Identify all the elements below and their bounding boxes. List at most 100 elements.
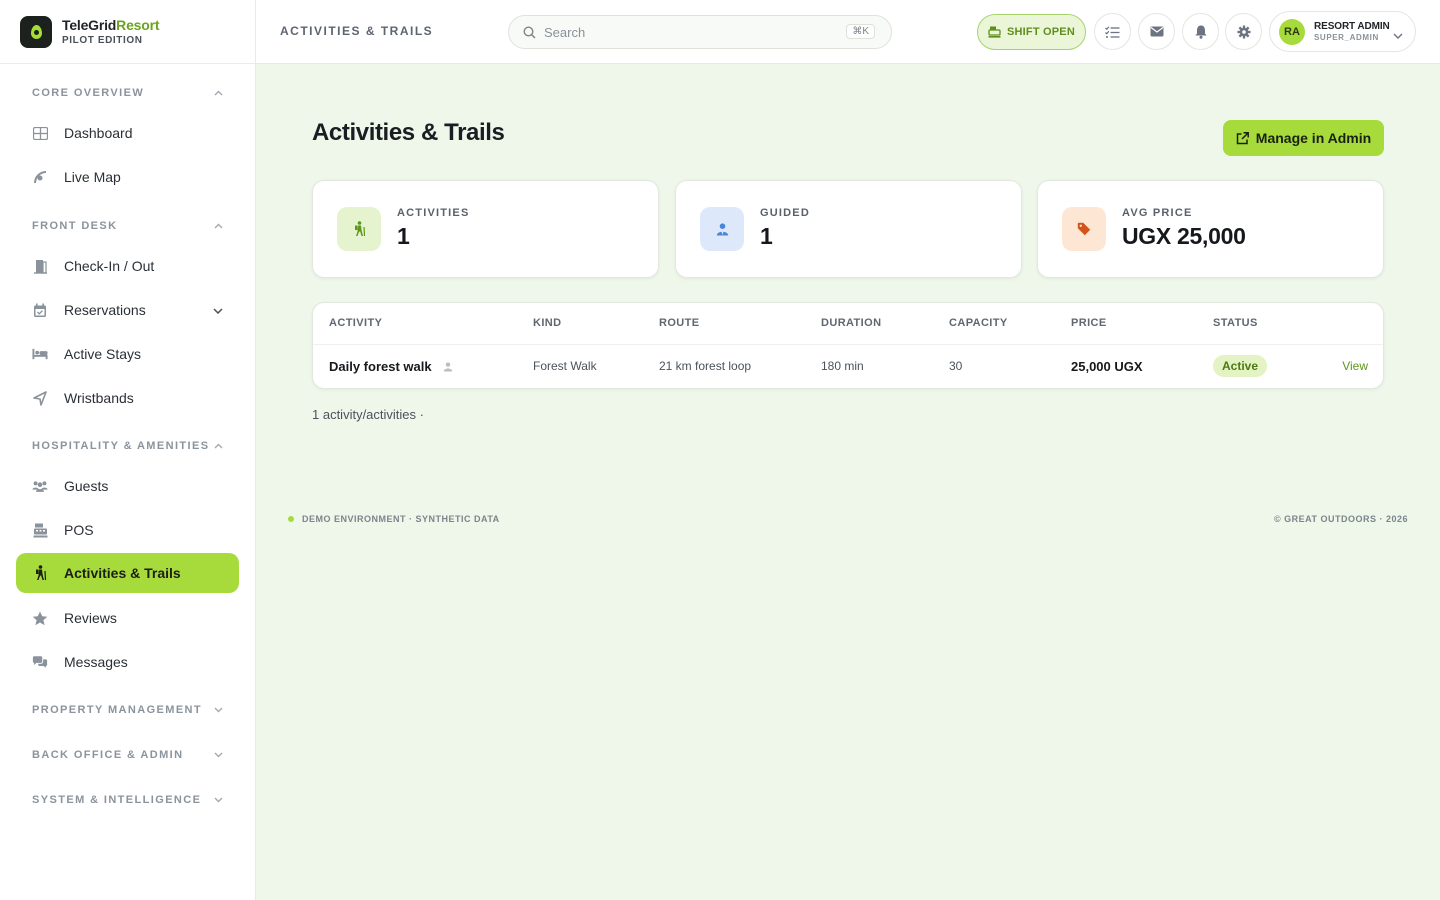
stat-label: AVG PRICE xyxy=(1122,207,1193,219)
chevron-down-icon xyxy=(213,303,223,317)
sidebar-item-reservations[interactable]: Reservations xyxy=(16,290,239,330)
stat-label: ACTIVITIES xyxy=(397,207,470,219)
user-menu[interactable]: RA RESORT ADMIN SUPER_ADMIN xyxy=(1269,11,1416,52)
footer-environment: DEMO ENVIRONMENT · SYNTHETIC DATA xyxy=(288,514,500,524)
calendar-icon xyxy=(32,302,48,318)
wristband-icon xyxy=(32,390,48,406)
sidebar-item-active-stays[interactable]: Active Stays xyxy=(16,334,239,374)
stat-label: GUIDED xyxy=(760,207,810,219)
gear-icon xyxy=(1237,25,1251,39)
checklist-icon xyxy=(1105,25,1120,38)
sidebar-item-label: Messages xyxy=(64,654,128,670)
brand[interactable]: TeleGridResort PILOT EDITION xyxy=(0,0,255,64)
brand-logo-icon xyxy=(20,15,52,48)
bed-icon xyxy=(32,346,48,362)
sidebar: TeleGridResort PILOT EDITION CORE OVERVI… xyxy=(0,0,256,900)
sidebar-item-messages[interactable]: Messages xyxy=(16,642,239,682)
star-icon xyxy=(32,610,48,626)
section-label: SYSTEM & INTELLIGENCE xyxy=(32,794,202,806)
activity-name-cell: Daily forest walk xyxy=(329,359,453,375)
sidebar-item-label: Active Stays xyxy=(64,346,142,362)
notifications-button[interactable] xyxy=(1182,13,1219,50)
sidebar-item-pos[interactable]: POS xyxy=(16,510,239,550)
activity-name: Daily forest walk xyxy=(329,359,432,374)
stat-value: 1 xyxy=(397,223,410,249)
sidebar-item-label: POS xyxy=(64,522,94,538)
capacity-cell: 30 xyxy=(949,359,963,373)
hiker-icon xyxy=(337,207,381,251)
brand-edition: PILOT EDITION xyxy=(62,35,143,46)
section-label: HOSPITALITY & AMENITIES xyxy=(32,440,210,452)
sidebar-item-activities-trails[interactable]: Activities & Trails xyxy=(16,553,239,593)
guided-user-icon xyxy=(443,360,453,375)
section-label: BACK OFFICE & ADMIN xyxy=(32,749,184,761)
page-title: Activities & Trails xyxy=(312,119,505,146)
section-system-intelligence[interactable]: SYSTEM & INTELLIGENCE xyxy=(32,794,223,806)
manage-in-admin-button[interactable]: Manage in Admin xyxy=(1223,120,1384,156)
manage-in-admin-label: Manage in Admin xyxy=(1255,130,1372,146)
result-count: 1 activity/activities · xyxy=(312,407,424,422)
section-front-desk[interactable]: FRONT DESK xyxy=(32,220,223,232)
search-icon xyxy=(523,25,536,39)
sidebar-item-label: Reviews xyxy=(64,610,117,626)
status-badge: Active xyxy=(1213,355,1268,377)
chevron-up-icon xyxy=(214,88,223,99)
sidebar-item-label: Reservations xyxy=(64,302,146,318)
stat-value: UGX 25,000 xyxy=(1122,223,1246,249)
price-cell: 25,000 UGX xyxy=(1071,359,1143,374)
sidebar-item-dashboard[interactable]: Dashboard xyxy=(16,113,239,153)
section-core-overview[interactable]: CORE OVERVIEW xyxy=(32,87,223,99)
column-header: ROUTE xyxy=(659,317,700,329)
column-header: DURATION xyxy=(821,317,882,329)
stat-value: 1 xyxy=(760,223,773,249)
footer-copyright: © GREAT OUTDOORS · 2026 xyxy=(1274,514,1408,524)
mail-button[interactable] xyxy=(1138,13,1175,50)
view-link[interactable]: View xyxy=(1342,359,1368,373)
users-icon xyxy=(32,478,48,494)
sidebar-item-check-in-out[interactable]: Check-In / Out xyxy=(16,246,239,286)
divider xyxy=(313,344,1383,345)
section-label: PROPERTY MANAGEMENT xyxy=(32,704,203,716)
tasks-button[interactable] xyxy=(1094,13,1131,50)
sidebar-item-label: Check-In / Out xyxy=(64,258,155,274)
section-property-management[interactable]: PROPERTY MANAGEMENT xyxy=(32,704,223,716)
stat-card-guided: GUIDED 1 xyxy=(675,180,1022,278)
grid-icon xyxy=(32,125,48,141)
chevron-down-icon xyxy=(214,750,223,761)
hiker-icon xyxy=(32,565,48,581)
chevron-down-icon xyxy=(214,705,223,716)
sidebar-item-wristbands[interactable]: Wristbands xyxy=(16,378,239,418)
sidebar-item-guests[interactable]: Guests xyxy=(16,466,239,506)
sidebar-item-label: Dashboard xyxy=(64,125,133,141)
section-label: CORE OVERVIEW xyxy=(32,87,145,99)
status-dot-icon xyxy=(288,516,294,522)
section-back-office-admin[interactable]: BACK OFFICE & ADMIN xyxy=(32,749,223,761)
search-box[interactable]: ⌘K xyxy=(508,15,892,49)
footer-environment-label: DEMO ENVIRONMENT · SYNTHETIC DATA xyxy=(302,514,500,524)
section-hospitality-amenities[interactable]: HOSPITALITY & AMENITIES xyxy=(32,440,223,452)
column-header: ACTIVITY xyxy=(329,317,383,329)
sidebar-item-label: Live Map xyxy=(64,169,121,185)
sidebar-item-label: Activities & Trails xyxy=(64,565,181,581)
shift-open-button[interactable]: SHIFT OPEN xyxy=(977,14,1086,50)
search-shortcut: ⌘K xyxy=(846,24,875,39)
search-input[interactable] xyxy=(544,24,824,40)
settings-button[interactable] xyxy=(1225,13,1262,50)
register-icon xyxy=(32,522,48,538)
sidebar-item-label: Guests xyxy=(64,478,109,494)
cash-register-icon xyxy=(988,26,1001,38)
guide-user-icon xyxy=(700,207,744,251)
sidebar-item-live-map[interactable]: Live Map xyxy=(16,157,239,197)
stat-card-avg-price: AVG PRICE UGX 25,000 xyxy=(1037,180,1384,278)
external-link-icon xyxy=(1236,131,1249,145)
sidebar-item-reviews[interactable]: Reviews xyxy=(16,598,239,638)
top-bar: ACTIVITIES & TRAILS ⌘K SHIFT OPEN RA xyxy=(256,0,1440,64)
topbar-title: ACTIVITIES & TRAILS xyxy=(280,24,434,38)
sidebar-item-label: Wristbands xyxy=(64,390,134,406)
column-header: PRICE xyxy=(1071,317,1107,329)
chat-icon xyxy=(32,654,48,670)
route-cell: 21 km forest loop xyxy=(659,359,752,373)
avatar: RA xyxy=(1279,18,1305,45)
duration-cell: 180 min xyxy=(821,359,864,373)
stat-card-activities: ACTIVITIES 1 xyxy=(312,180,659,278)
